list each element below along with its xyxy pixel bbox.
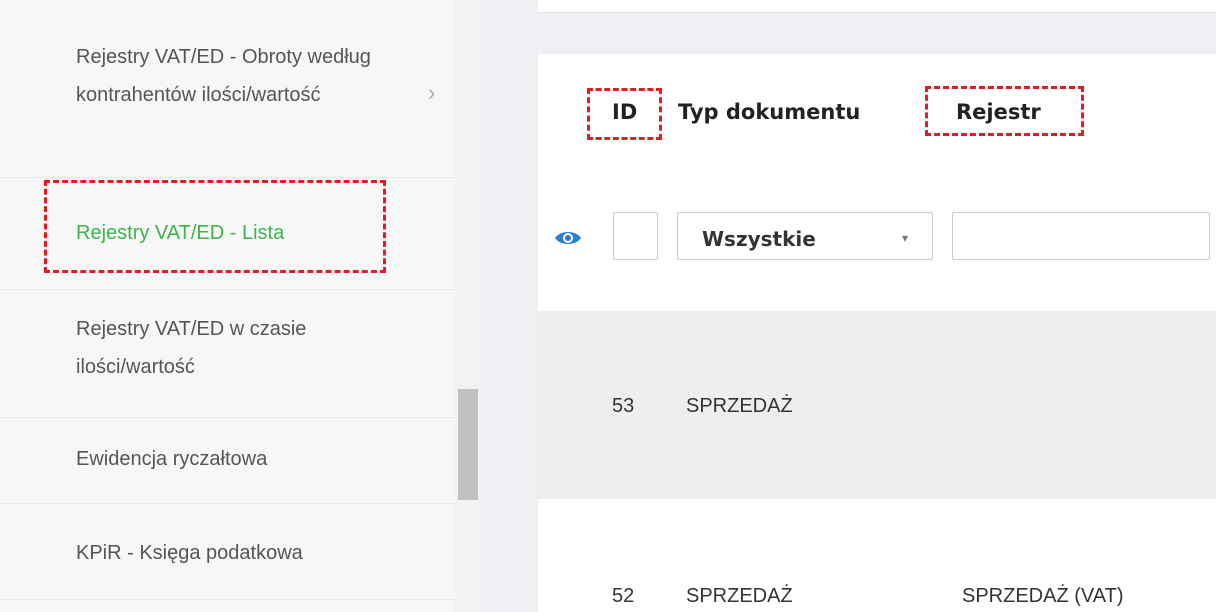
eye-icon[interactable] <box>554 229 582 247</box>
chevron-right-icon: › <box>428 80 436 105</box>
register-filter-input[interactable] <box>952 212 1210 260</box>
document-type-filter-value: Wszystkie <box>702 227 816 251</box>
highlight-box-register-column <box>925 86 1084 136</box>
sidebar-item-label: Ewidencja ryczałtowa <box>76 448 268 470</box>
sidebar-item-vat-turnover-by-contractor[interactable]: Rejestry VAT/ED - Obroty według kontrahe… <box>0 0 455 178</box>
top-panel <box>538 0 1216 13</box>
sidebar-item-vat-over-time[interactable]: Rejestry VAT/ED w czasie ilości/wartość <box>0 290 455 418</box>
sidebar-item-label: Rejestry VAT/ED w czasie ilości/wartość <box>76 318 307 378</box>
table-row[interactable]: 53 SPRZEDAŻ <box>538 311 1216 499</box>
sidebar-item-flat-rate-records[interactable]: Ewidencja ryczałtowa <box>0 418 455 504</box>
row-document-type: SPRZEDAŻ <box>686 395 793 417</box>
sidebar-menu: Rejestry VAT/ED - Obroty według kontrahe… <box>0 0 455 612</box>
row-document-type: SPRZEDAŻ <box>686 585 793 607</box>
highlight-box-id-column <box>587 88 662 140</box>
dropdown-caret-icon: ▾ <box>902 231 909 245</box>
highlight-box-sidebar-item <box>44 180 386 273</box>
row-id: 52 <box>612 585 635 607</box>
sidebar-item-label: KPiR - Księga podatkowa <box>76 542 303 564</box>
sidebar-scrollbar-thumb[interactable] <box>458 389 478 500</box>
row-id: 53 <box>612 395 635 417</box>
column-header-document-type[interactable]: Typ dokumentu <box>678 100 860 124</box>
sidebar-item-label: Rejestry VAT/ED - Obroty według kontrahe… <box>76 46 371 106</box>
id-filter-input[interactable] <box>613 212 658 260</box>
row-register: SPRZEDAŻ (VAT) <box>962 585 1124 607</box>
sidebar-scrollbar-track[interactable] <box>455 0 480 612</box>
sidebar-item-kpir[interactable]: KPiR - Księga podatkowa <box>0 504 455 600</box>
table-row[interactable]: 52 SPRZEDAŻ SPRZEDAŻ (VAT) <box>538 499 1216 612</box>
